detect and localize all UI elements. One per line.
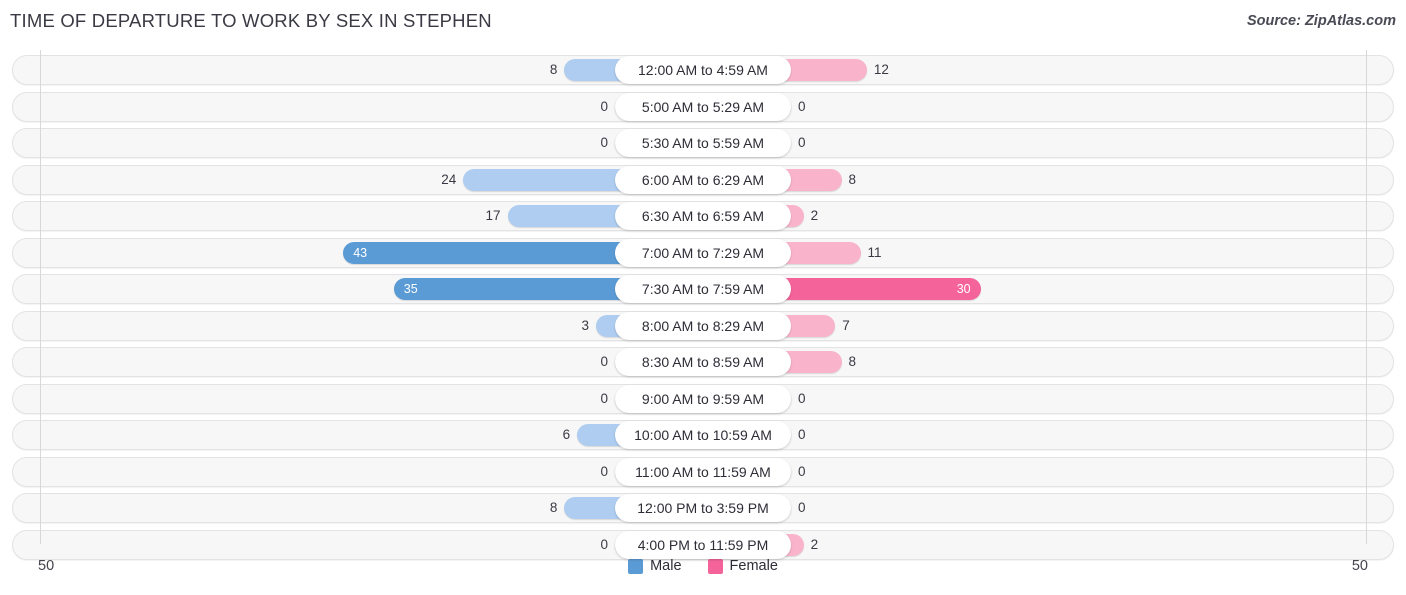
bar-value-male: 0 xyxy=(600,390,608,406)
bar-row-group: 3 7 8:00 AM to 8:29 AM xyxy=(0,311,1406,341)
bar-row-group: 17 2 6:30 AM to 6:59 AM xyxy=(0,201,1406,231)
bar-value-female: 0 xyxy=(798,463,806,479)
bar-row-group: 35 30 7:30 AM to 7:59 AM xyxy=(0,274,1406,304)
legend-swatch-icon xyxy=(628,558,644,574)
bar-value-male: 43 xyxy=(353,245,368,260)
legend-label: Male xyxy=(650,558,682,574)
bar-row-group: 8 12 12:00 AM to 4:59 AM xyxy=(0,55,1406,85)
bar-value-female: 0 xyxy=(798,427,806,442)
bar-value-female: 30 xyxy=(956,282,971,296)
bar-row-group: 8 0 12:00 PM to 3:59 PM xyxy=(0,493,1406,523)
category-label: 11:00 AM to 11:59 AM xyxy=(615,457,791,486)
bar-value-male: 8 xyxy=(549,62,558,77)
bar-row-group: 6 0 10:00 AM to 10:59 AM xyxy=(0,420,1406,450)
bar-value-male: 0 xyxy=(600,463,608,479)
bar-row-group: 0 0 5:30 AM to 5:59 AM xyxy=(0,128,1406,158)
bar-value-female: 8 xyxy=(848,354,857,369)
bar-value-female: 2 xyxy=(810,208,819,223)
category-label: 5:00 AM to 5:29 AM xyxy=(615,92,791,121)
category-label: 12:00 PM to 3:59 PM xyxy=(615,494,791,522)
bar-value-female: 12 xyxy=(873,62,889,77)
bar-row-group: 0 0 9:00 AM to 9:59 AM xyxy=(0,384,1406,414)
bar-value-male: 24 xyxy=(441,171,457,187)
bar-row-group: 24 8 6:00 AM to 6:29 AM xyxy=(0,165,1406,195)
category-label: 10:00 AM to 10:59 AM xyxy=(615,421,791,449)
category-label: 7:30 AM to 7:59 AM xyxy=(615,275,791,303)
bar-row-group: 43 11 7:00 AM to 7:29 AM xyxy=(0,238,1406,268)
category-label: 5:30 AM to 5:59 AM xyxy=(615,129,791,157)
bar-value-female: 11 xyxy=(867,244,882,260)
bar-value-female: 2 xyxy=(810,536,819,552)
category-label: 7:00 AM to 7:29 AM xyxy=(615,238,791,267)
bar-value-female: 0 xyxy=(798,135,806,150)
bar-value-male: 0 xyxy=(600,135,608,150)
category-label: 4:00 PM to 11:59 PM xyxy=(615,530,791,559)
legend-item-female[interactable]: Female xyxy=(707,558,778,574)
bar-value-female: 0 xyxy=(798,500,806,515)
legend-label: Female xyxy=(729,558,778,574)
category-label: 12:00 AM to 4:59 AM xyxy=(615,56,791,84)
bar-value-male: 35 xyxy=(403,282,418,296)
bar-row-group: 0 8 8:30 AM to 8:59 AM xyxy=(0,347,1406,377)
category-label: 6:00 AM to 6:29 AM xyxy=(615,165,791,194)
bar-value-male: 0 xyxy=(600,354,608,369)
source-attribution: Source: ZipAtlas.com xyxy=(1246,13,1396,29)
bar-value-male: 8 xyxy=(549,500,558,515)
category-label: 8:00 AM to 8:29 AM xyxy=(615,311,791,340)
bar-row-group: 0 2 4:00 PM to 11:59 PM xyxy=(0,530,1406,560)
bar-value-male: 6 xyxy=(562,427,571,442)
bar-value-male: 0 xyxy=(600,98,608,114)
bar-value-female: 0 xyxy=(798,390,806,406)
bar-row-group: 0 0 5:00 AM to 5:29 AM xyxy=(0,92,1406,122)
bar-value-male: 3 xyxy=(581,317,590,333)
category-label: 9:00 AM to 9:59 AM xyxy=(615,384,791,413)
category-label: 8:30 AM to 8:59 AM xyxy=(615,348,791,376)
bar-value-female: 0 xyxy=(798,98,806,114)
bar-value-female: 8 xyxy=(848,171,857,187)
chart-plot-area: 8 12 12:00 AM to 4:59 AM 0 0 5:00 AM to 5:29 … xyxy=(0,50,1406,560)
bar-row-group: 0 0 11:00 AM to 11:59 AM xyxy=(0,457,1406,487)
legend-swatch-icon xyxy=(707,558,723,574)
bar-value-male: 17 xyxy=(485,208,501,223)
category-label: 6:30 AM to 6:59 AM xyxy=(615,202,791,230)
page-title: TIME OF DEPARTURE TO WORK BY SEX IN STEP… xyxy=(10,10,492,31)
legend-item-male[interactable]: Male xyxy=(628,558,682,574)
bar-value-male: 0 xyxy=(600,536,608,552)
chart-header: TIME OF DEPARTURE TO WORK BY SEX IN STEP… xyxy=(0,0,1406,44)
chart-legend: Male Female xyxy=(0,558,1406,574)
bar-value-female: 7 xyxy=(842,317,850,333)
